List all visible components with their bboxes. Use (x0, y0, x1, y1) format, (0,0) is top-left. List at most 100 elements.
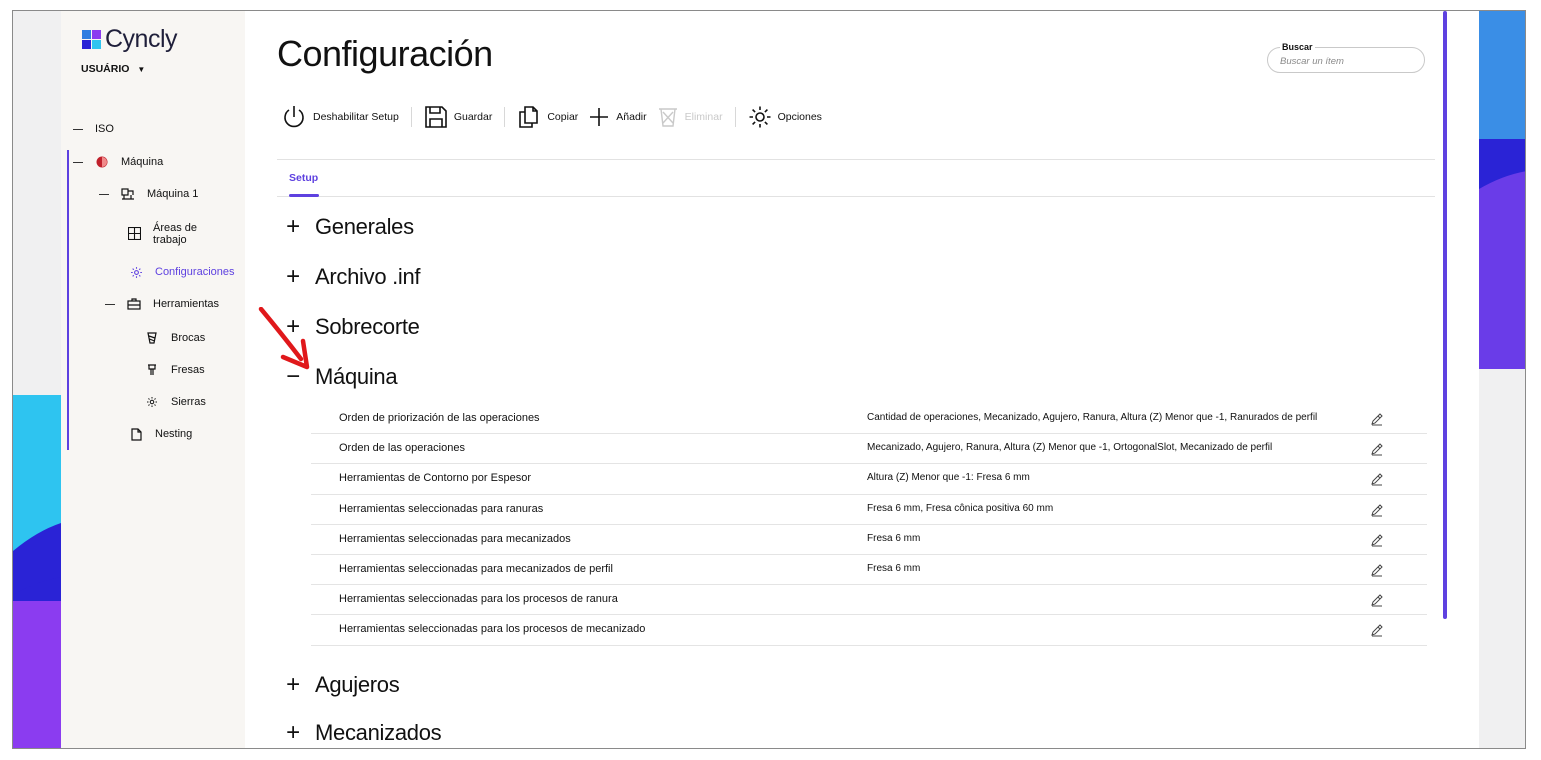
sidebar: Cyncly USUÁRIO ▼ ISO Máquina Máquina 1 Á… (61, 11, 245, 748)
sidebar-item-nesting[interactable]: Nesting (129, 427, 192, 441)
setting-value: Altura (Z) Menor que -1: Fresa 6 mm (867, 472, 1030, 484)
add-button[interactable]: Añadir (588, 106, 647, 128)
section-title: Generales (315, 214, 414, 239)
sidebar-item-label-group: Áreas de trabajo (153, 222, 197, 246)
sidebar-item-brocas[interactable]: Brocas (145, 331, 205, 345)
edit-pencil-icon[interactable] (1369, 622, 1385, 638)
expand-plus-icon: + (286, 671, 300, 698)
copy-label: Copiar (547, 111, 579, 123)
sidebar-item-label: ISO (95, 123, 114, 135)
toolbar-divider (734, 107, 736, 127)
drill-bit-icon (145, 331, 159, 345)
page-title: Configuración (277, 33, 493, 74)
setting-value: Mecanizado, Agujero, Ranura, Altura (Z) … (867, 442, 1273, 454)
edit-pencil-icon[interactable] (1369, 441, 1385, 457)
tree-guide-line (67, 150, 69, 450)
table-row[interactable]: Herramientas de Contorno por Espesor Alt… (311, 464, 1427, 495)
document-icon (129, 427, 143, 441)
edit-pencil-icon[interactable] (1369, 562, 1385, 578)
table-row[interactable]: Herramientas seleccionadas para mecaniza… (311, 525, 1427, 555)
setting-label: Herramientas seleccionadas para los proc… (339, 593, 618, 606)
sidebar-item-label: Áreas de (153, 222, 198, 234)
gear-icon (749, 106, 771, 128)
search-input[interactable] (1280, 56, 1416, 67)
setting-label: Herramientas seleccionadas para los proc… (339, 623, 646, 636)
sidebar-item-iso[interactable]: ISO (73, 123, 114, 135)
expand-plus-icon: + (286, 263, 300, 290)
section-title: Máquina (315, 364, 398, 389)
toolbox-icon (127, 297, 141, 311)
sidebar-item-label-line2: trabajo (153, 234, 187, 246)
section-agujeros[interactable]: + Agujeros (283, 671, 400, 699)
table-row[interactable]: Orden de priorización de las operaciones… (311, 404, 1427, 435)
sidebar-item-label: Máquina (121, 156, 164, 168)
setting-label: Herramientas seleccionadas para mecaniza… (339, 532, 571, 545)
sidebar-item-label: Configuraciones (155, 266, 235, 278)
collapse-dash-icon (99, 193, 109, 195)
mill-cutter-icon (145, 363, 159, 377)
sidebar-item-maquina[interactable]: Máquina (73, 155, 163, 169)
sidebar-item-maquina-1[interactable]: Máquina 1 (99, 187, 198, 201)
cyncly-logo-icon (82, 29, 101, 49)
table-row[interactable]: Herramientas seleccionadas para los proc… (311, 615, 1427, 646)
annotation-arrow-icon (258, 307, 310, 370)
setting-value: Cantidad de operaciones, Mecanizado, Agu… (867, 412, 1318, 423)
tab-bar: Setup (277, 159, 1435, 197)
collapse-dash-icon (73, 161, 83, 163)
section-mecanizados[interactable]: + Mecanizados (283, 719, 441, 747)
maquina-settings-table: Orden de priorización de las operaciones… (311, 404, 1427, 646)
sidebar-item-label: Brocas (171, 332, 206, 344)
options-button[interactable]: Opciones (748, 105, 822, 129)
tab-setup[interactable]: Setup (289, 172, 318, 184)
search-label: Buscar (1280, 42, 1315, 52)
save-button[interactable]: Guardar (424, 105, 493, 129)
table-row[interactable]: Herramientas seleccionadas para los proc… (311, 585, 1427, 616)
section-title: Mecanizados (315, 720, 442, 745)
sidebar-item-herramientas[interactable]: Herramientas (105, 297, 219, 311)
copy-button[interactable]: Copiar (517, 105, 578, 129)
machine-brand-icon (95, 155, 109, 169)
search-box: Buscar (1267, 42, 1425, 73)
section-generales[interactable]: + Generales (283, 213, 414, 241)
table-row[interactable]: Herramientas seleccionadas para mecaniza… (311, 555, 1427, 586)
sidebar-item-label: Nesting (155, 428, 193, 440)
delete-button[interactable]: Eliminar (657, 106, 723, 128)
table-row[interactable]: Herramientas seleccionadas para ranuras … (311, 495, 1427, 525)
sidebar-item-fresas[interactable]: Fresas (145, 363, 205, 377)
sidebar-item-label: Máquina 1 (147, 188, 199, 200)
sidebar-item-sierras[interactable]: Sierras (145, 395, 206, 409)
edit-pencil-icon[interactable] (1369, 592, 1385, 608)
sidebar-item-label: Fresas (171, 364, 205, 376)
gear-icon (129, 265, 143, 279)
toolbar: Deshabilitar Setup Guardar Copiar Añadir… (281, 103, 822, 131)
user-menu-button[interactable]: USUÁRIO ▼ (81, 63, 145, 75)
table-row[interactable]: Orden de las operaciones Mecanizado, Agu… (311, 434, 1427, 465)
setting-label: Orden de priorización de las operaciones (339, 412, 540, 424)
disable-setup-button[interactable]: Deshabilitar Setup (281, 104, 399, 130)
copy-icon (519, 106, 539, 128)
edit-pencil-icon[interactable] (1369, 471, 1385, 487)
active-tab-indicator (289, 194, 319, 197)
add-label: Añadir (616, 111, 647, 123)
setting-value: Fresa 6 mm (867, 562, 921, 574)
section-archivo-inf[interactable]: + Archivo .inf (283, 263, 420, 291)
save-icon (425, 106, 447, 128)
toolbar-divider (410, 107, 412, 127)
logo: Cyncly (82, 25, 178, 54)
edit-pencil-icon[interactable] (1369, 502, 1385, 518)
disable-setup-label: Deshabilitar Setup (313, 111, 399, 123)
edit-pencil-icon[interactable] (1369, 411, 1385, 427)
sidebar-item-configuraciones[interactable]: Configuraciones (129, 265, 235, 279)
saw-gear-icon (145, 395, 159, 409)
decorative-strip-right (1479, 11, 1525, 748)
save-label: Guardar (453, 111, 493, 123)
expand-plus-icon: + (286, 719, 300, 746)
options-label: Opciones (777, 111, 822, 123)
setting-value: Fresa 6 mm, Fresa cônica positiva 60 mm (867, 502, 1054, 514)
sidebar-item-areas-de-trabajo[interactable]: Áreas de trabajo (127, 222, 197, 246)
user-label: USUÁRIO (81, 63, 130, 75)
vertical-scrollbar[interactable] (1443, 11, 1447, 619)
setting-label: Herramientas seleccionadas para ranuras (339, 502, 544, 515)
sidebar-item-label: Sierras (171, 396, 206, 408)
edit-pencil-icon[interactable] (1369, 532, 1385, 548)
